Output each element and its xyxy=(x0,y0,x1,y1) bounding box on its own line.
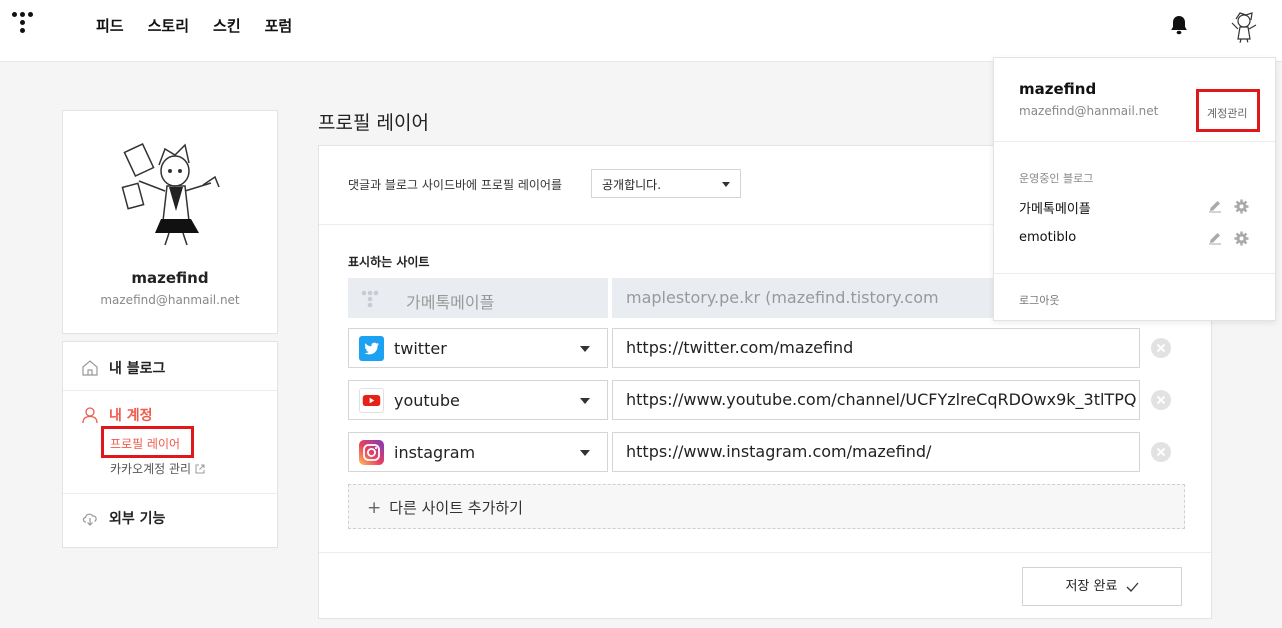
chevron-down-icon xyxy=(580,450,590,456)
site-type-select: 가메톡메이플 xyxy=(348,278,608,318)
page-title: 프로필 레이어 xyxy=(318,112,429,134)
public-select[interactable]: 공개합니다. xyxy=(591,169,741,198)
top-nav-bar: 피드 스토리 스킨 포럼 xyxy=(0,0,1282,62)
remove-site-button[interactable] xyxy=(1151,390,1171,410)
blog-item-link[interactable]: 가메톡메이플 xyxy=(1019,198,1091,217)
site-type-select[interactable]: youtube xyxy=(348,380,608,420)
divider xyxy=(63,493,277,494)
profile-image xyxy=(121,142,220,246)
nav-story[interactable]: 스토리 xyxy=(148,15,189,36)
site-type-select[interactable]: twitter xyxy=(348,328,608,368)
divider xyxy=(994,141,1275,142)
site-url-field[interactable]: https://www.instagram.com/mazefind/ xyxy=(612,432,1140,472)
sidebar-menu: 내 블로그 내 계정 프로필 레이어 카카오계정 관리 외부 기능 xyxy=(62,341,278,548)
blogs-section-label: 운영중인 블로그 xyxy=(1019,172,1094,185)
highlight-box xyxy=(101,426,194,458)
nav-forum[interactable]: 포럼 xyxy=(265,15,293,36)
sidebar-item-my-account[interactable]: 내 계정 xyxy=(81,405,153,425)
blog-item-actions xyxy=(1208,199,1249,214)
site-url-field[interactable]: https://twitter.com/mazefind xyxy=(612,328,1140,368)
chevron-down-icon xyxy=(580,398,590,404)
tistory-logo-icon[interactable] xyxy=(12,12,38,38)
site-type-select[interactable]: instagram xyxy=(348,432,608,472)
divider xyxy=(994,273,1275,274)
cloud-download-icon xyxy=(82,513,97,526)
profile-name: mazefind xyxy=(131,269,209,287)
public-setting-label: 댓글과 블로그 사이드바에 프로필 레이어를 xyxy=(348,178,562,192)
remove-site-button[interactable] xyxy=(1151,442,1171,462)
profile-email: mazefind@hanmail.net xyxy=(100,293,240,307)
twitter-icon xyxy=(359,336,384,361)
site-type-name: 가메톡메이플 xyxy=(406,293,495,312)
bell-icon[interactable] xyxy=(1170,15,1188,35)
sidebar-subitem-kakao-account[interactable]: 카카오계정 관리 xyxy=(110,460,205,477)
blog-item-link[interactable]: emotiblo xyxy=(1019,230,1076,245)
save-button-label: 저장 완료 xyxy=(1065,579,1118,594)
nav-skin[interactable]: 스킨 xyxy=(213,15,241,36)
site-row: twitter https://twitter.com/mazefind xyxy=(348,328,1178,368)
site-row: youtube https://www.youtube.com/channel/… xyxy=(348,380,1178,420)
site-type-name: twitter xyxy=(394,339,447,358)
sidebar-item-my-blog[interactable]: 내 블로그 xyxy=(81,358,165,378)
profile-card: mazefind mazefind@hanmail.net xyxy=(62,110,278,334)
gear-icon[interactable] xyxy=(1234,199,1249,214)
site-type-name: instagram xyxy=(394,443,476,462)
chevron-down-icon xyxy=(722,182,730,187)
blog-item-actions xyxy=(1208,231,1249,246)
avatar[interactable] xyxy=(1226,9,1260,43)
add-site-button[interactable]: + 다른 사이트 추가하기 xyxy=(348,484,1185,529)
sidebar-item-label: 카카오계정 관리 xyxy=(110,462,192,476)
save-button[interactable]: 저장 완료 xyxy=(1022,567,1182,606)
add-site-label: 다른 사이트 추가하기 xyxy=(389,499,523,517)
youtube-icon xyxy=(359,388,384,413)
pencil-icon[interactable] xyxy=(1208,231,1222,245)
sidebar-item-label: 내 계정 xyxy=(109,408,153,424)
sidebar-item-label: 외부 기능 xyxy=(109,511,166,527)
gear-icon[interactable] xyxy=(1234,231,1249,246)
check-icon xyxy=(1126,582,1139,592)
divider xyxy=(319,552,1211,553)
public-select-value: 공개합니다. xyxy=(602,178,662,192)
external-link-icon xyxy=(195,464,205,473)
nav-feed[interactable]: 피드 xyxy=(96,15,124,36)
highlight-box xyxy=(1196,89,1260,132)
instagram-icon xyxy=(359,440,384,465)
dropdown-user-email: mazefind@hanmail.net xyxy=(1019,104,1159,118)
home-icon xyxy=(82,360,98,376)
site-type-name: youtube xyxy=(394,391,460,410)
pencil-icon[interactable] xyxy=(1208,199,1222,213)
divider xyxy=(63,390,277,391)
sidebar-item-label: 내 블로그 xyxy=(109,361,166,377)
sidebar-item-external[interactable]: 외부 기능 xyxy=(81,508,165,528)
chevron-down-icon xyxy=(580,346,590,352)
remove-site-button[interactable] xyxy=(1151,338,1171,358)
main-nav: 피드 스토리 스킨 포럼 xyxy=(96,15,292,36)
dropdown-user-name: mazefind xyxy=(1019,80,1097,98)
sites-label: 표시하는 사이트 xyxy=(348,255,430,269)
account-dropdown: mazefind mazefind@hanmail.net 계정관리 운영중인 … xyxy=(993,57,1276,321)
site-url-field[interactable]: https://www.youtube.com/channel/UCFYzlre… xyxy=(612,380,1140,420)
site-row: instagram https://www.instagram.com/maze… xyxy=(348,432,1178,472)
logout-link[interactable]: 로그아웃 xyxy=(1019,292,1059,308)
tistory-icon xyxy=(361,290,379,308)
user-icon xyxy=(82,407,98,424)
plus-icon: + xyxy=(367,498,382,518)
